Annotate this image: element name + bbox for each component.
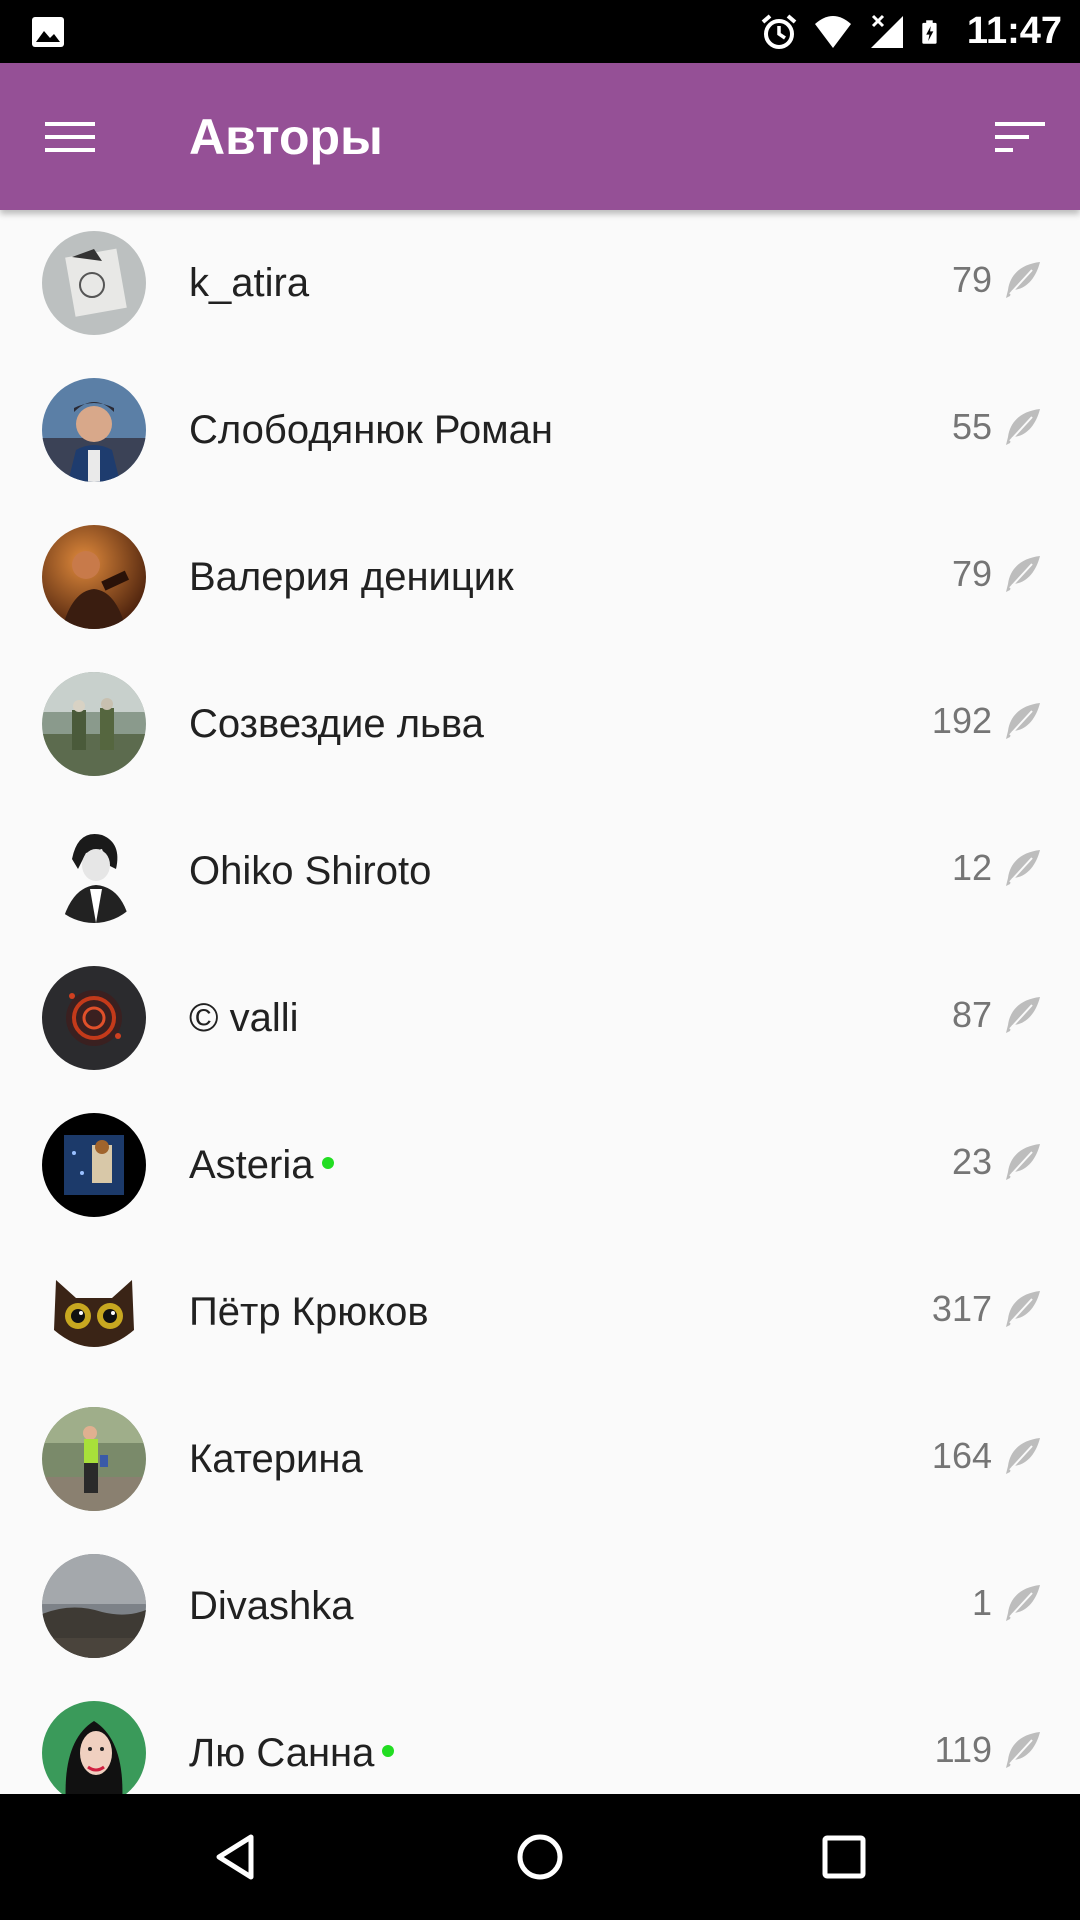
author-list-item[interactable]: Валерия деницик 79: [0, 504, 1080, 651]
post-count-value: 164: [931, 1435, 992, 1476]
screen: 11:47 Авторы k_atira 79 Слободянюк Роман…: [0, 0, 1080, 1920]
feather-icon: [1006, 409, 1040, 445]
post-count-value: 87: [951, 994, 992, 1035]
feather-icon: [1006, 262, 1040, 298]
avatar: [42, 672, 146, 776]
post-count: 164: [932, 1386, 1042, 1526]
author-list-item[interactable]: k_atira 79: [0, 210, 1080, 357]
author-name: k_atira: [189, 261, 310, 305]
author-list-item[interactable]: Катерина 164: [0, 1386, 1080, 1533]
alarm-icon: [761, 13, 797, 49]
avatar: [42, 1554, 146, 1658]
author-list-item[interactable]: © valli 87: [0, 945, 1080, 1092]
author-list-item[interactable]: Созвездие льва 192: [0, 651, 1080, 798]
post-count-value: 79: [951, 259, 992, 300]
feather-icon: [1006, 556, 1040, 592]
post-count: 23: [952, 1092, 1042, 1232]
avatar: [42, 231, 146, 335]
post-count-value: 23: [951, 1141, 992, 1182]
feather-icon: [1006, 1585, 1040, 1621]
post-count-value: 55: [951, 406, 992, 447]
author-name: Созвездие льва: [189, 702, 484, 746]
signal-icon: [870, 14, 903, 48]
post-count-value: 12: [951, 847, 992, 888]
avatar: [42, 1701, 146, 1794]
feather-icon: [1006, 1291, 1040, 1327]
wifi-icon: [814, 15, 851, 48]
author-name: Валерия деницик: [189, 555, 514, 599]
author-name: Катерина: [189, 1437, 363, 1481]
feather-icon: [1006, 703, 1040, 739]
battery-charging-icon: [922, 19, 937, 44]
avatar: [42, 966, 146, 1070]
online-indicator: [382, 1744, 395, 1757]
back-icon[interactable]: [206, 1827, 266, 1887]
post-count: 87: [952, 945, 1042, 1085]
author-name: © valli: [189, 996, 299, 1040]
post-count-value: 79: [951, 553, 992, 594]
avatar: [42, 1113, 146, 1217]
image-icon: [30, 14, 66, 50]
page-title: Авторы: [189, 109, 383, 165]
post-count-value: 192: [931, 700, 992, 741]
author-name: Ohiko Shiroto: [189, 849, 432, 893]
status-bar: 11:47: [0, 0, 1080, 63]
post-count: 55: [952, 357, 1042, 497]
post-count-value: 119: [934, 1729, 992, 1770]
post-count: 119: [935, 1680, 1042, 1794]
avatar: [42, 525, 146, 629]
post-count: 79: [952, 504, 1042, 644]
author-name: Asteria: [189, 1092, 334, 1239]
feather-icon: [1006, 1438, 1040, 1474]
status-icons: 11:47: [759, 0, 1062, 63]
author-list-item[interactable]: Пётр Крюков 317: [0, 1239, 1080, 1386]
app-bar: Авторы: [0, 63, 1080, 210]
post-count-value: 1: [971, 1582, 992, 1623]
post-count: 192: [932, 651, 1042, 791]
author-list-item[interactable]: Asteria 23: [0, 1092, 1080, 1239]
navigation-bar: [0, 1794, 1080, 1920]
recents-icon[interactable]: [814, 1827, 874, 1887]
post-count: 12: [952, 798, 1042, 938]
author-name: Divashka: [189, 1584, 354, 1628]
author-list-item[interactable]: Слободянюк Роман 55: [0, 357, 1080, 504]
author-name: Лю Санна: [189, 1680, 395, 1794]
post-count: 317: [932, 1239, 1042, 1379]
post-count-value: 317: [931, 1288, 992, 1329]
feather-icon: [1006, 997, 1040, 1033]
home-icon[interactable]: [510, 1827, 570, 1887]
status-time: 11:47: [966, 10, 1062, 52]
post-count: 79: [952, 210, 1042, 350]
author-list-item[interactable]: Ohiko Shiroto 12: [0, 798, 1080, 945]
author-name: Слободянюк Роман: [189, 408, 553, 452]
sort-icon[interactable]: [990, 107, 1050, 167]
post-count: 1: [972, 1533, 1042, 1673]
online-indicator: [321, 1156, 334, 1169]
author-name: Пётр Крюков: [189, 1290, 429, 1334]
avatar: [42, 819, 146, 923]
feather-icon: [1006, 1144, 1040, 1180]
author-list-item[interactable]: Divashka 1: [0, 1533, 1080, 1680]
avatar: [42, 1260, 146, 1364]
feather-icon: [1006, 850, 1040, 886]
avatar: [42, 378, 146, 482]
avatar: [42, 1407, 146, 1511]
author-list-item[interactable]: Лю Санна 119: [0, 1680, 1080, 1794]
feather-icon: [1006, 1732, 1040, 1768]
hamburger-menu-icon[interactable]: [40, 107, 100, 167]
author-list: k_atira 79 Слободянюк Роман 55 Валерия д…: [0, 210, 1080, 1794]
